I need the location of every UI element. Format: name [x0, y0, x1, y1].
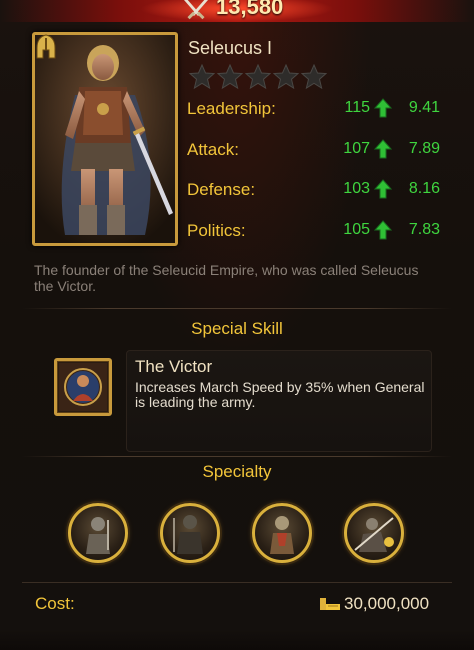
star-rating — [189, 64, 329, 90]
star-icon — [189, 64, 215, 90]
stat-growth: 7.83 — [408, 221, 440, 238]
growth-arrow-icon — [374, 98, 392, 118]
infantry-specialty-icon[interactable] — [68, 503, 128, 563]
stat-growth: 9.41 — [408, 99, 440, 116]
power-value: 13,580 — [216, 0, 284, 19]
gold-icon — [320, 598, 340, 610]
cavalry-specialty-icon[interactable] — [160, 503, 220, 563]
stat-row-defense: Defense: 103 8.16 — [187, 179, 447, 204]
general-portrait-image — [35, 35, 175, 243]
stat-row-leadership: Leadership: 115 9.41 — [187, 98, 447, 123]
growth-arrow-icon — [374, 220, 392, 240]
general-description: The founder of the Seleucid Empire, who … — [34, 262, 419, 294]
stat-value: 105 — [343, 221, 370, 238]
bottom-edge — [0, 630, 474, 650]
cavalry-figure-icon — [173, 515, 203, 554]
growth-arrow-icon — [374, 139, 392, 159]
star-icon — [217, 64, 243, 90]
siege-specialty-icon[interactable] — [344, 503, 404, 563]
soldier-figure-icon — [86, 517, 110, 554]
stat-label: Attack: — [187, 140, 239, 159]
special-skill-title: Special Skill — [191, 319, 283, 338]
divider — [22, 456, 452, 457]
lancer-figure-icon — [354, 517, 394, 552]
victor-skill-icon — [59, 363, 107, 411]
growth-arrow-icon — [374, 179, 392, 199]
knight-figure-icon — [270, 516, 294, 554]
stat-value: 107 — [343, 140, 370, 157]
star-icon — [273, 64, 299, 90]
stat-value: 103 — [343, 180, 370, 197]
stat-label: Defense: — [187, 180, 256, 199]
stat-label: Politics: — [187, 221, 246, 240]
skill-icon[interactable] — [54, 358, 112, 416]
stat-growth: 8.16 — [408, 180, 440, 197]
star-icon — [301, 64, 327, 90]
archer-specialty-icon[interactable] — [252, 503, 312, 563]
cost-label: Cost: — [35, 594, 75, 613]
divider — [22, 308, 452, 309]
general-name: Seleucus I — [188, 38, 273, 58]
cost-value: 30,000,000 — [344, 594, 430, 613]
general-portrait[interactable] — [32, 32, 178, 246]
stat-growth: 7.89 — [408, 140, 440, 157]
skill-description: Increases March Speed by 35% when Genera… — [135, 379, 425, 410]
stat-row-attack: Attack: 107 7.89 — [187, 139, 447, 164]
helmet-icon — [36, 34, 56, 59]
skill-name: The Victor — [135, 357, 213, 376]
star-icon — [245, 64, 271, 90]
specialty-title: Specialty — [202, 462, 272, 481]
crossed-swords-icon — [184, 0, 208, 20]
stat-row-politics: Politics: 105 7.83 — [187, 220, 447, 245]
stat-value: 115 — [344, 99, 370, 116]
stat-label: Leadership: — [187, 99, 276, 118]
